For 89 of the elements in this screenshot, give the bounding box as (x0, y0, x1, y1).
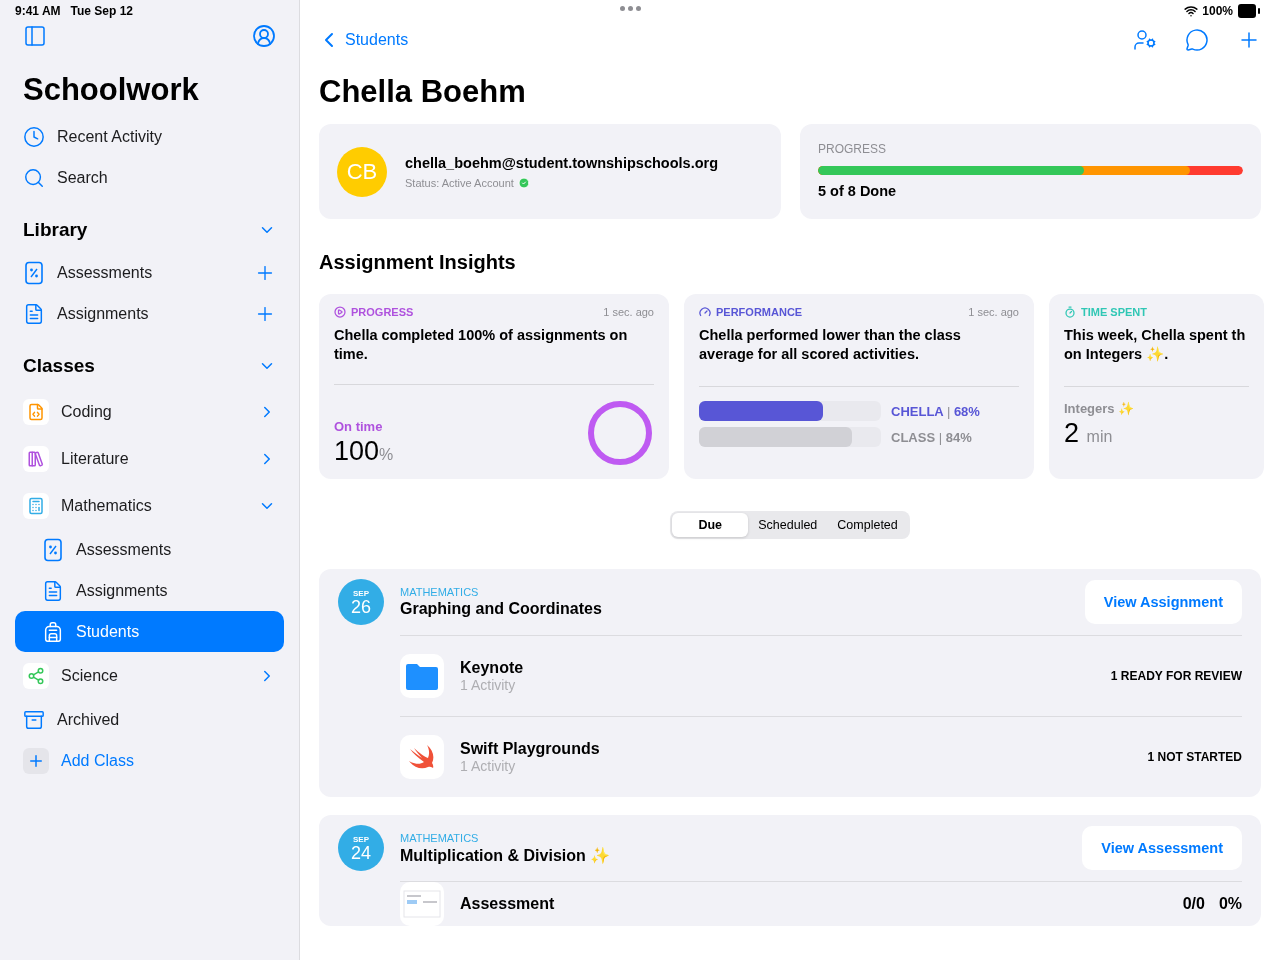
insight-text: Chella completed 100% of assignments on time. (334, 326, 629, 364)
activity-count: 1 Activity (460, 758, 517, 774)
insight-label: TIME SPENT (1081, 306, 1147, 318)
play-circle-icon (334, 306, 346, 318)
metric-value: 100% (334, 436, 394, 467)
score-label: CHELLA | 68% (891, 403, 980, 419)
books-app-icon (23, 445, 49, 472)
archive-box-icon (23, 708, 45, 731)
date-badge: SEP 26 (338, 579, 384, 625)
sidebar-item[interactable]: Assessments (15, 529, 284, 570)
progress-label: PROGRESS (818, 142, 887, 156)
activity-row[interactable]: Assessment 0/0 0% (400, 881, 1242, 926)
section-header: Library (23, 219, 89, 241)
sidebar-item[interactable]: Science (15, 652, 284, 699)
percent-document-icon (42, 537, 64, 562)
document-icon (23, 302, 45, 325)
sidebar-item[interactable]: Assessments (15, 252, 284, 293)
activity-row[interactable]: Swift Playgrounds 1 Activity 1 NOT STARTED (400, 716, 1242, 797)
segment-tab[interactable]: Completed (827, 513, 908, 537)
progress-summary: 5 of 8 Done (818, 183, 898, 199)
assignment-title: Multiplication & Division ✨ (400, 845, 611, 865)
sidebar-item[interactable]: Search (15, 157, 284, 198)
activity-name: Swift Playgrounds (460, 740, 600, 758)
metric-label: On time (334, 419, 384, 434)
status-date: Tue Sep 12 (70, 4, 134, 18)
percent-value: 0% (1218, 895, 1242, 913)
battery-percent: 100% (1202, 4, 1233, 18)
wifi-icon (1184, 4, 1199, 18)
status-time: 9:41 AM (15, 4, 61, 18)
view-button[interactable]: View Assignment (1084, 580, 1242, 624)
student-email: chella_boehm@student.townshipschools.org (405, 154, 719, 171)
insight-time: 1 sec. ago (603, 306, 654, 318)
metric-label: Integers ✨ (1064, 401, 1136, 416)
date-badge: SEP 24 (338, 825, 384, 871)
sidebar-item[interactable]: Mathematics (15, 482, 284, 529)
calculator-app-icon (23, 492, 49, 519)
person-settings-icon[interactable] (1133, 28, 1157, 52)
account-icon[interactable] (252, 24, 276, 48)
sidebar-item[interactable]: Coding (15, 388, 284, 435)
gauge-icon (699, 306, 711, 318)
sidebar-item[interactable]: Students (15, 611, 284, 652)
activity-status: 1 NOT STARTED (1147, 750, 1242, 764)
sidebar-item[interactable]: Assignments (15, 293, 284, 334)
document-thumbnail (400, 882, 444, 926)
sidebar-toggle-icon[interactable] (23, 24, 47, 48)
activity-name: Assessment (460, 895, 555, 913)
check-icon (517, 176, 530, 189)
account-status: Status: Active Account (405, 176, 514, 189)
activity-status: 1 READY FOR REVIEW (1110, 669, 1242, 683)
timer-icon (1064, 306, 1076, 318)
section-header: Classes (23, 355, 96, 377)
multitasking-dots-icon[interactable] (620, 6, 641, 11)
segment-tab[interactable]: Scheduled (748, 513, 828, 537)
folder-app-icon (400, 654, 444, 698)
insight-text: Chella performed lower than the class average for all scored activities. (699, 326, 962, 364)
document-icon (42, 579, 64, 602)
bird-app-icon (400, 735, 444, 779)
section-title: Assignment Insights (319, 251, 517, 274)
sidebar-item[interactable]: Recent Activity (15, 116, 284, 157)
view-button[interactable]: View Assessment (1082, 826, 1242, 870)
insight-label: PERFORMANCE (716, 306, 803, 318)
chat-bubble-icon[interactable] (1185, 28, 1209, 52)
activity-row[interactable]: Keynote 1 Activity 1 READY FOR REVIEW (400, 635, 1242, 716)
assignment-title: Graphing and Coordinates (400, 600, 602, 618)
metric-value: 2 min (1064, 418, 1114, 449)
insight-text: This week, Chella spent th on Integers ✨. (1064, 326, 1247, 364)
avatar: CB (337, 146, 387, 197)
sidebar-item[interactable]: Assignments (15, 570, 284, 611)
page-title: Chella Boehm (319, 74, 527, 110)
backpack-icon (42, 620, 64, 643)
back-button[interactable]: Students (311, 27, 415, 53)
molecule-app-icon (23, 662, 49, 689)
insight-label: PROGRESS (351, 306, 414, 318)
search-icon (23, 166, 45, 189)
score-label: CLASS | 84% (891, 429, 972, 445)
subject-label: MATHEMATICS (400, 831, 480, 844)
percent-document-icon (23, 260, 45, 285)
app-title: Schoolwork (23, 72, 200, 108)
activity-count: 1 Activity (460, 677, 517, 693)
activity-name: Keynote (460, 659, 524, 677)
subject-label: MATHEMATICS (400, 586, 480, 598)
sidebar-item[interactable]: Archived (15, 699, 284, 740)
score-value: 0/0 (1182, 895, 1205, 913)
ring-chart (586, 399, 654, 467)
sidebar-item[interactable]: Literature (15, 435, 284, 482)
segment-tab[interactable]: Due (672, 513, 749, 537)
clock-icon (23, 125, 45, 148)
add-class-link[interactable]: Add Class (15, 740, 284, 781)
insight-time: 1 sec. ago (968, 306, 1019, 318)
